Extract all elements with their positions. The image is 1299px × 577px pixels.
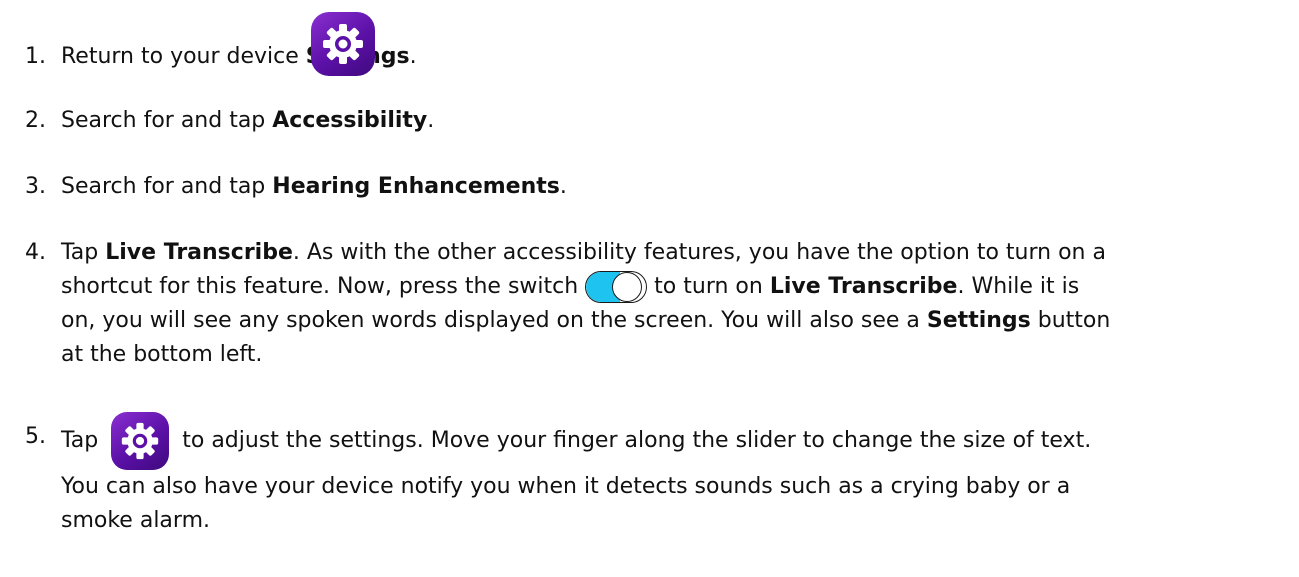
settings-gear-icon — [311, 12, 375, 76]
step-text: Return to your device Settings. — [61, 44, 417, 69]
accessibility-label: Accessibility — [272, 108, 428, 133]
step-number: 1. — [25, 44, 46, 69]
step-number: 2. — [25, 108, 46, 133]
step-number: 5. — [25, 424, 46, 449]
step-number: 3. — [25, 174, 46, 199]
toggle-knob — [612, 272, 643, 302]
step-text: Tap to adjust the settings. Move your fi… — [61, 412, 1241, 538]
hearing-enhancements-label: Hearing Enhancements — [272, 174, 560, 199]
step-text: Tap Live Transcribe. As with the other a… — [61, 240, 1111, 367]
toggle-switch-icon — [585, 271, 648, 303]
step-text: Search for and tap Hearing Enhancements. — [61, 174, 567, 199]
step-number: 4. — [25, 240, 46, 265]
settings-gear-icon — [111, 412, 170, 470]
settings-label: Settings — [926, 308, 1031, 333]
live-transcribe-label: Live Transcribe — [769, 274, 958, 299]
live-transcribe-label: Live Transcribe — [105, 240, 293, 265]
step-text: Search for and tap Accessibility. — [61, 108, 435, 133]
